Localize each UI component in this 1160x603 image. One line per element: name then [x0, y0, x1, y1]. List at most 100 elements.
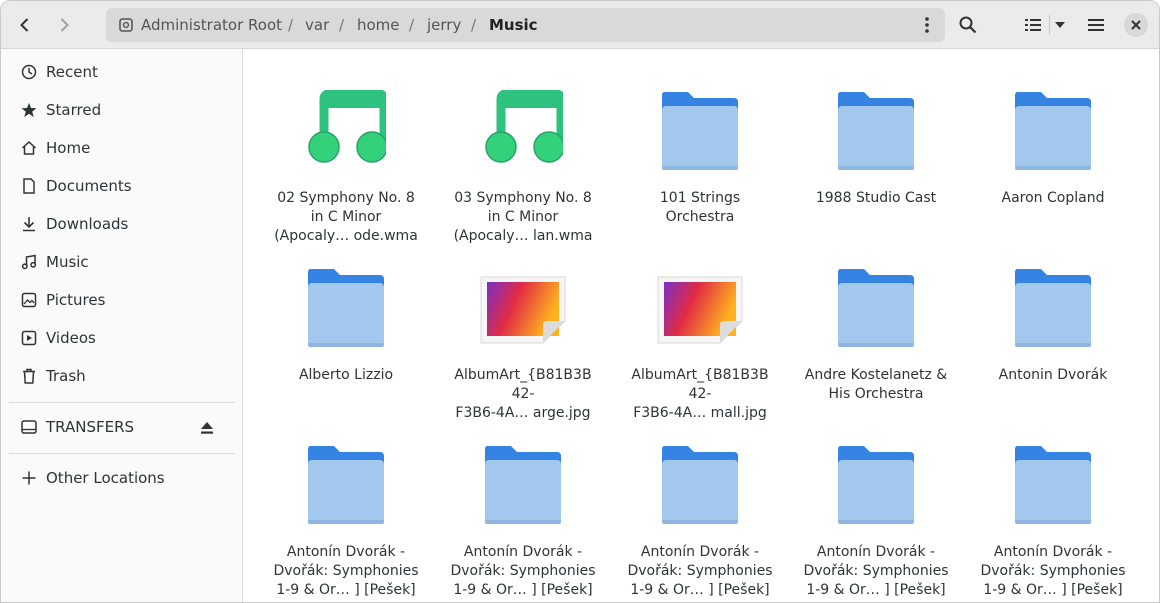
breadcrumb-separator: / — [339, 16, 345, 34]
sidebar-item-pictures[interactable]: Pictures — [7, 283, 235, 317]
folder-icon — [660, 444, 740, 530]
file-item[interactable]: AlbumArt_{B81B3B 42- F3B6-4A… mall.jpg — [620, 239, 780, 421]
main-menu-button[interactable] — [1080, 9, 1112, 41]
file-label: Antonín Dvorák - Dvořák: Symphonies 1-9 … — [980, 544, 1126, 598]
folder-item[interactable]: Antonín Dvorák - Dvořák: Symphonies 1-9 … — [973, 416, 1133, 598]
file-label: Antonín Dvorák - Dvořák: Symphonies 1-9 … — [627, 544, 773, 598]
file-item[interactable]: AlbumArt_{B81B3B 42- F3B6-4A… arge.jpg — [443, 239, 603, 421]
search-button[interactable] — [952, 9, 984, 41]
kebab-menu-icon — [925, 17, 929, 33]
folder-icon — [1013, 267, 1093, 353]
sidebar-item-trash[interactable]: Trash — [7, 359, 235, 393]
search-icon — [959, 16, 977, 34]
sidebar-item-label: Recent — [46, 63, 98, 81]
drive-icon — [20, 418, 38, 436]
folder-item[interactable]: Antonín Dvorák - Dvořák: Symphonies 1-9 … — [796, 416, 956, 598]
breadcrumb-separator: / — [409, 16, 415, 34]
file-label: 03 Symphony No. 8 in C Minor (Apocaly… l… — [453, 190, 593, 244]
sidebar-item-label: Trash — [46, 367, 86, 385]
star-icon — [20, 101, 38, 119]
sidebar-item-label: Documents — [46, 177, 132, 195]
sidebar-item-label: Other Locations — [46, 469, 165, 487]
file-label: Antonín Dvorák - Dvořák: Symphonies 1-9 … — [450, 544, 596, 598]
sidebar-item-label: Pictures — [46, 291, 106, 309]
folder-item[interactable]: 1988 Studio Cast — [796, 62, 956, 232]
sidebar-item-label: TRANSFERS — [46, 418, 135, 436]
download-icon — [20, 215, 38, 233]
file-label: Antonín Dvorák - Dvořák: Symphonies 1-9 … — [803, 544, 949, 598]
file-item[interactable]: 02 Symphony No. 8 in C Minor (Apocaly… o… — [266, 62, 426, 244]
file-label: 02 Symphony No. 8 in C Minor (Apocaly… o… — [274, 190, 418, 244]
breadcrumb-music[interactable]: Music — [489, 16, 538, 34]
image-file-icon — [656, 275, 743, 361]
sidebar-item-label: Downloads — [46, 215, 129, 233]
folder-icon — [836, 267, 916, 353]
forward-icon — [60, 18, 69, 32]
folder-item[interactable]: Antonín Dvorák - Dvořák: Symphonies 1-9 … — [620, 416, 780, 598]
file-manager-window: Administrator Root / var / home / jerry … — [0, 0, 1160, 603]
back-button[interactable] — [9, 9, 41, 41]
file-item[interactable]: 03 Symphony No. 8 in C Minor (Apocaly… l… — [443, 62, 603, 244]
file-grid: 02 Symphony No. 8 in C Minor (Apocaly… o… — [243, 49, 1159, 602]
breadcrumb-separator: / — [471, 16, 477, 34]
sidebar-item-documents[interactable]: Documents — [7, 169, 235, 203]
sidebar-item-recent[interactable]: Recent — [7, 55, 235, 89]
folder-icon — [836, 444, 916, 530]
breadcrumb-administrator-root[interactable]: Administrator Root — [141, 16, 282, 34]
file-label: Alberto Lizzio — [298, 367, 394, 383]
folder-item[interactable]: Andre Kostelanetz & His Orchestra — [796, 239, 956, 409]
file-label: Andre Kostelanetz & His Orchestra — [804, 367, 948, 402]
folder-item[interactable]: 101 Strings Orchestra — [620, 62, 780, 232]
clock-icon — [20, 63, 38, 81]
back-icon — [20, 18, 29, 32]
sidebar-item-transfers[interactable]: TRANSFERS — [7, 410, 235, 444]
sidebar-divider — [9, 402, 235, 403]
sidebar-item-label: Videos — [46, 329, 96, 347]
drive-icon — [119, 18, 133, 32]
folder-item[interactable]: Aaron Copland — [973, 62, 1133, 232]
breadcrumb-jerry[interactable]: jerry — [427, 16, 461, 34]
folder-icon — [1013, 90, 1093, 176]
file-label: 101 Strings Orchestra — [659, 190, 741, 225]
trash-icon — [20, 367, 38, 385]
sidebar-item-videos[interactable]: Videos — [7, 321, 235, 355]
sidebar-item-home[interactable]: Home — [7, 131, 235, 165]
music-file-icon — [483, 89, 566, 176]
folder-icon — [306, 444, 386, 530]
file-label: Antonin Dvorák — [998, 367, 1108, 383]
folder-icon — [1013, 444, 1093, 530]
sidebar-item-label: Home — [46, 139, 91, 157]
close-icon — [1131, 20, 1141, 30]
path-options-button[interactable] — [914, 12, 940, 38]
music-icon — [20, 253, 38, 271]
sidebar-item-label: Starred — [46, 101, 102, 119]
folder-item[interactable]: Antonín Dvorák - Dvořák: Symphonies 1-9 … — [266, 416, 426, 598]
folder-item[interactable]: Antonin Dvorák — [973, 239, 1133, 409]
video-icon — [20, 329, 38, 347]
folder-item[interactable]: Alberto Lizzio — [266, 239, 426, 409]
sidebar-item-other-locations[interactable]: Other Locations — [7, 461, 235, 495]
folder-icon — [306, 267, 386, 353]
folder-icon — [836, 90, 916, 176]
file-label: AlbumArt_{B81B3B 42- F3B6-4A… mall.jpg — [631, 367, 769, 421]
sidebar-item-starred[interactable]: Starred — [7, 93, 235, 127]
header-bar: Administrator Root / var / home / jerry … — [1, 1, 1159, 49]
view-options-button[interactable] — [1045, 9, 1075, 41]
eject-icon[interactable] — [200, 420, 216, 434]
music-file-icon — [306, 89, 389, 176]
breadcrumb-home[interactable]: home — [357, 16, 400, 34]
breadcrumb-var[interactable]: var — [305, 16, 329, 34]
forward-button[interactable] — [48, 9, 80, 41]
folder-item[interactable]: Antonín Dvorák - Dvořák: Symphonies 1-9 … — [443, 416, 603, 598]
file-label: AlbumArt_{B81B3B 42- F3B6-4A… arge.jpg — [454, 367, 592, 421]
sidebar-item-downloads[interactable]: Downloads — [7, 207, 235, 241]
file-label: Antonín Dvorák - Dvořák: Symphonies 1-9 … — [273, 544, 419, 598]
hamburger-menu-icon — [1088, 19, 1104, 31]
path-bar[interactable]: Administrator Root / var / home / jerry … — [106, 8, 945, 42]
home-icon — [20, 139, 38, 157]
plus-icon — [20, 469, 38, 487]
sidebar-item-music[interactable]: Music — [7, 245, 235, 279]
list-view-icon — [1025, 19, 1041, 31]
view-options-icon — [1055, 22, 1065, 28]
close-button[interactable] — [1124, 13, 1148, 37]
